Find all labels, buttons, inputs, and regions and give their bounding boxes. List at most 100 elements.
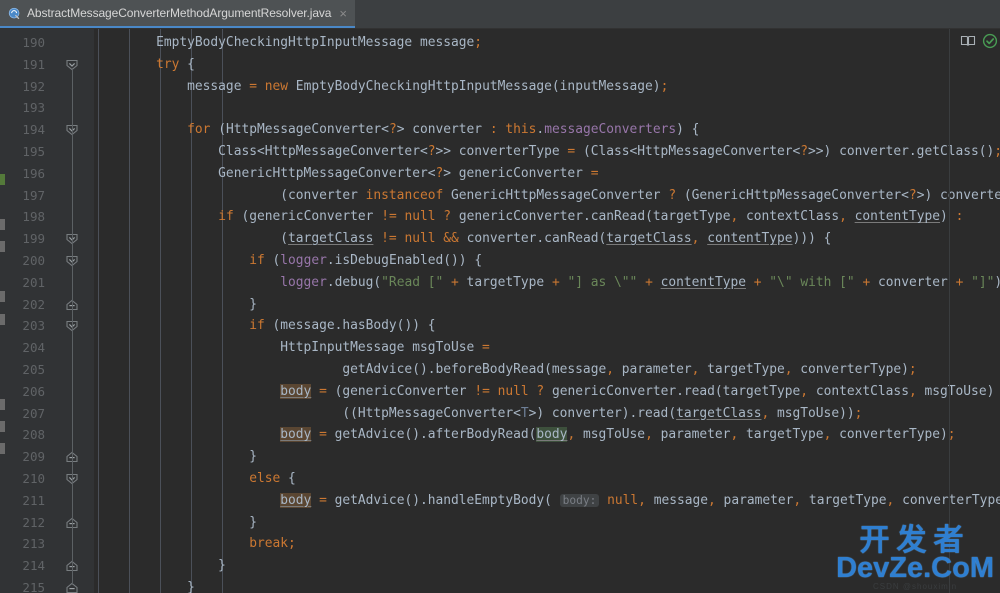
line-number: 193 — [22, 100, 45, 116]
line-number: 204 — [22, 340, 45, 356]
code-line[interactable]: if (genericConverter != null ? genericCo… — [94, 206, 1000, 228]
line-number-gutter: 190 191 192 193 194 195 196 197 198 199 200 201 202 2… — [5, 29, 53, 593]
code-line[interactable]: body = (genericConverter != null ? gener… — [94, 381, 1000, 403]
fold-gutter-row — [53, 555, 94, 577]
highlighted-identifier: body — [280, 427, 312, 443]
line-number: 211 — [22, 492, 45, 508]
code-line[interactable]: Class<HttpMessageConverter<?>> converter… — [94, 141, 1000, 163]
vcs-change-marker[interactable] — [0, 443, 5, 454]
line-number: 197 — [22, 187, 45, 203]
fold-gutter-row — [53, 294, 94, 316]
highlighted-identifier: body — [536, 427, 568, 443]
line-number: 205 — [22, 361, 45, 377]
code-line[interactable]: else { — [94, 468, 1000, 490]
line-number: 215 — [22, 579, 45, 593]
code-line[interactable]: HttpInputMessage msgToUse = — [94, 337, 1000, 359]
fold-gutter-row — [53, 512, 94, 534]
fold-gutter-row — [53, 163, 94, 185]
vcs-change-marker[interactable] — [0, 291, 5, 302]
fold-gutter-row — [53, 403, 94, 425]
fold-gutter-row — [53, 206, 94, 228]
line-number: 199 — [22, 231, 45, 247]
code-line[interactable]: logger.debug("Read [" + targetType + "] … — [94, 272, 1000, 294]
line-number: 192 — [22, 78, 45, 94]
code-line[interactable] — [94, 97, 1000, 119]
code-line[interactable]: } — [94, 577, 1000, 593]
code-line[interactable]: if (logger.isDebugEnabled()) { — [94, 250, 1000, 272]
line-number: 194 — [22, 122, 45, 138]
fold-gutter-row — [53, 250, 94, 272]
code-content-pane[interactable]: EmptyBodyCheckingHttpInputMessage messag… — [94, 29, 1000, 593]
highlighted-identifier: body — [280, 492, 312, 508]
fold-gutter-row — [53, 577, 94, 593]
code-line[interactable]: body = getAdvice().afterBodyRead(body, m… — [94, 424, 1000, 446]
inlay-parameter-hint: body: — [559, 493, 600, 507]
ide-editor-window: AbstractMessageConverterMethodArgumentRe… — [0, 0, 1000, 593]
fold-gutter-row — [53, 468, 94, 490]
code-line[interactable]: } — [94, 512, 1000, 534]
code-line[interactable]: (targetClass != null && converter.canRea… — [94, 228, 1000, 250]
source-code-text[interactable]: EmptyBodyCheckingHttpInputMessage messag… — [94, 32, 1000, 593]
vcs-change-marker[interactable] — [0, 241, 5, 252]
line-number: 198 — [22, 209, 45, 225]
line-number: 213 — [22, 536, 45, 552]
line-number: 200 — [22, 252, 45, 268]
vcs-change-marker[interactable] — [0, 219, 5, 230]
vcs-change-marker[interactable] — [0, 399, 5, 410]
line-number: 210 — [22, 470, 45, 486]
code-line[interactable]: message = new EmptyBodyCheckingHttpInput… — [94, 76, 1000, 98]
line-number: 207 — [22, 405, 45, 421]
fold-gutter-row — [53, 76, 94, 98]
editor-tab-bar: AbstractMessageConverterMethodArgumentRe… — [0, 0, 1000, 29]
code-line[interactable]: try { — [94, 54, 1000, 76]
code-line[interactable]: } — [94, 294, 1000, 316]
line-number: 202 — [22, 296, 45, 312]
fold-region-line — [72, 329, 73, 455]
code-line[interactable]: if (message.hasBody()) { — [94, 315, 1000, 337]
vcs-change-marker[interactable] — [0, 421, 5, 432]
fold-gutter-row — [53, 272, 94, 294]
fold-gutter-row — [53, 424, 94, 446]
code-line[interactable]: GenericHttpMessageConverter<?> genericCo… — [94, 163, 1000, 185]
code-folding-gutter[interactable] — [53, 29, 94, 593]
code-line[interactable]: (converter instanceof GenericHttpMessage… — [94, 185, 1000, 207]
line-number: 195 — [22, 143, 45, 159]
code-line[interactable]: break; — [94, 533, 1000, 555]
fold-gutter-row — [53, 359, 94, 381]
line-number: 206 — [22, 383, 45, 399]
vcs-change-marker[interactable] — [0, 174, 5, 185]
vcs-change-marker[interactable] — [0, 314, 5, 325]
fold-gutter-row — [53, 97, 94, 119]
fold-gutter-row — [53, 337, 94, 359]
fold-gutter-row — [53, 119, 94, 141]
fold-region-line — [72, 264, 73, 302]
line-number: 191 — [22, 56, 45, 72]
line-number: 190 — [22, 35, 45, 50]
java-class-icon — [8, 7, 20, 19]
line-number: 209 — [22, 449, 45, 465]
editor-tab-abstractmessageconvertermethodargumentresolver[interactable]: AbstractMessageConverterMethodArgumentRe… — [0, 0, 355, 28]
line-number: 201 — [22, 274, 45, 290]
fold-gutter-row — [53, 54, 94, 76]
code-line[interactable]: for (HttpMessageConverter<?> converter :… — [94, 119, 1000, 141]
fold-gutter-row — [53, 315, 94, 337]
code-line[interactable]: getAdvice().beforeBodyRead(message, para… — [94, 359, 1000, 381]
highlighted-identifier: body — [280, 383, 312, 399]
close-icon[interactable]: × — [337, 7, 347, 20]
fold-gutter-row — [53, 32, 94, 54]
vcs-change-strip[interactable] — [0, 29, 5, 593]
code-line[interactable]: body = getAdvice().handleEmptyBody( body… — [94, 490, 1000, 512]
editor-tab-title: AbstractMessageConverterMethodArgumentRe… — [27, 6, 332, 20]
fold-gutter-row — [53, 185, 94, 207]
code-line[interactable]: } — [94, 446, 1000, 468]
code-line[interactable]: } — [94, 555, 1000, 577]
line-number: 212 — [22, 514, 45, 530]
code-editor[interactable]: 190 191 192 193 194 195 196 197 198 199 200 201 202 2… — [0, 29, 1000, 593]
fold-gutter-row — [53, 490, 94, 512]
code-line[interactable]: ((HttpMessageConverter<T>) converter).re… — [94, 403, 1000, 425]
line-number: 208 — [22, 427, 45, 443]
line-number: 214 — [22, 558, 45, 574]
code-line[interactable]: EmptyBodyCheckingHttpInputMessage messag… — [94, 32, 1000, 54]
fold-gutter-row — [53, 141, 94, 163]
fold-gutter-row — [53, 446, 94, 468]
